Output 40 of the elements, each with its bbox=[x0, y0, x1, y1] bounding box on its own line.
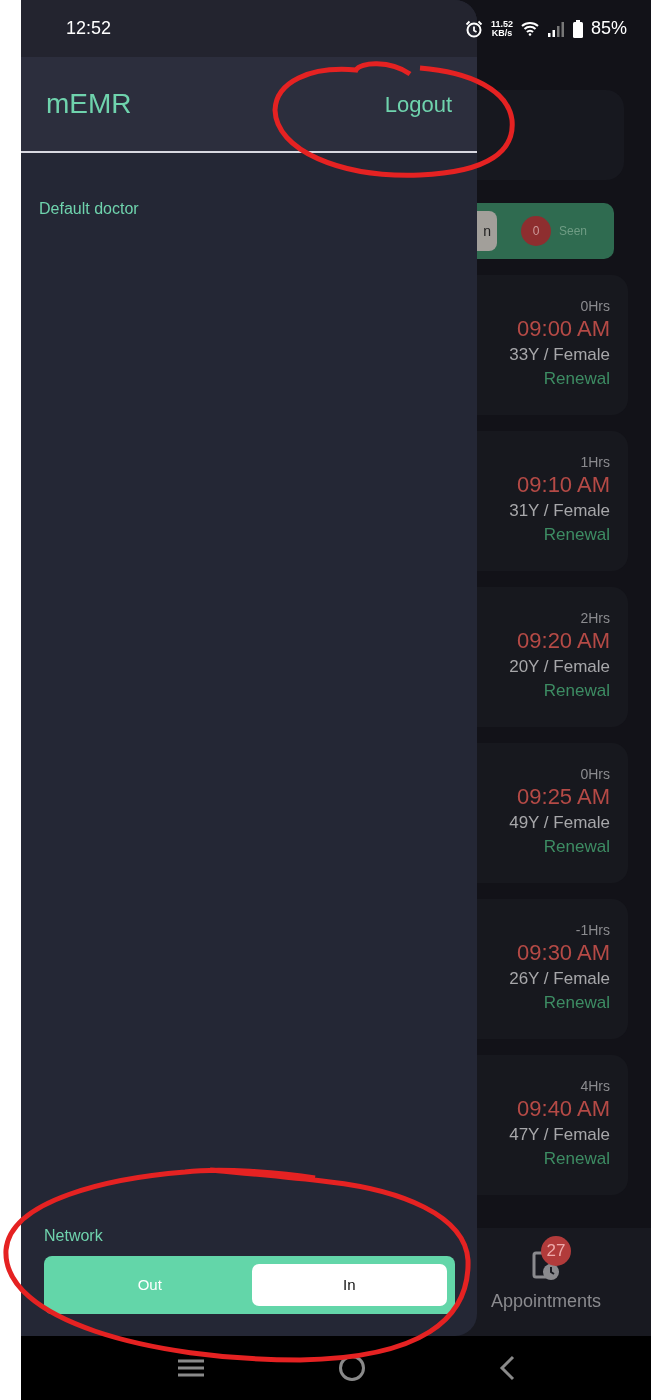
appointment-time: 09:25 AM bbox=[517, 783, 610, 811]
network-speed: 11.52 KB/s bbox=[490, 19, 513, 38]
app-title: mEMR bbox=[46, 87, 132, 121]
patient-info: 26Y / Female bbox=[509, 968, 610, 990]
visit-type: Renewal bbox=[543, 836, 610, 858]
count-badge: 0 bbox=[521, 216, 551, 246]
visit-type: Renewal bbox=[543, 368, 610, 390]
menu-icon[interactable] bbox=[177, 1359, 206, 1377]
signal-icon bbox=[546, 20, 565, 37]
hours-text: 0Hrs bbox=[580, 297, 610, 315]
network-option[interactable]: In bbox=[251, 1264, 447, 1306]
hours-text: 4Hrs bbox=[580, 1077, 610, 1095]
patient-info: 49Y / Female bbox=[509, 812, 610, 834]
visit-type: Renewal bbox=[543, 680, 610, 702]
notification-count: 27 bbox=[541, 1236, 571, 1266]
network-label: Network bbox=[44, 1226, 104, 1246]
hours-text: -1Hrs bbox=[575, 921, 610, 939]
clock: 12:52 bbox=[66, 17, 112, 40]
appointment-time: 09:00 AM bbox=[517, 315, 610, 343]
hours-text: 2Hrs bbox=[580, 609, 610, 627]
visit-type: Renewal bbox=[543, 992, 610, 1014]
visit-type: Renewal bbox=[543, 524, 610, 546]
hours-text: 1Hrs bbox=[580, 453, 610, 471]
appointment-time: 09:40 AM bbox=[517, 1095, 610, 1123]
visit-type: Renewal bbox=[543, 1148, 610, 1170]
appointment-time: 09:20 AM bbox=[517, 627, 610, 655]
logout-button[interactable]: Logout bbox=[384, 87, 452, 121]
patient-info: 33Y / Female bbox=[509, 344, 610, 366]
appointment-time: 09:30 AM bbox=[517, 939, 610, 967]
patient-info: 31Y / Female bbox=[509, 500, 610, 522]
battery-level: 85% bbox=[590, 17, 627, 40]
patient-info: 20Y / Female bbox=[509, 656, 610, 678]
patient-info: 47Y / Female bbox=[509, 1124, 610, 1146]
alarm-icon bbox=[464, 19, 483, 38]
wifi-icon bbox=[520, 21, 539, 36]
user-name: Default doctor bbox=[39, 199, 140, 219]
battery-icon bbox=[572, 19, 583, 38]
back-icon[interactable] bbox=[498, 1355, 515, 1381]
hours-text: 0Hrs bbox=[580, 765, 610, 783]
appointment-time: 09:10 AM bbox=[517, 471, 610, 499]
